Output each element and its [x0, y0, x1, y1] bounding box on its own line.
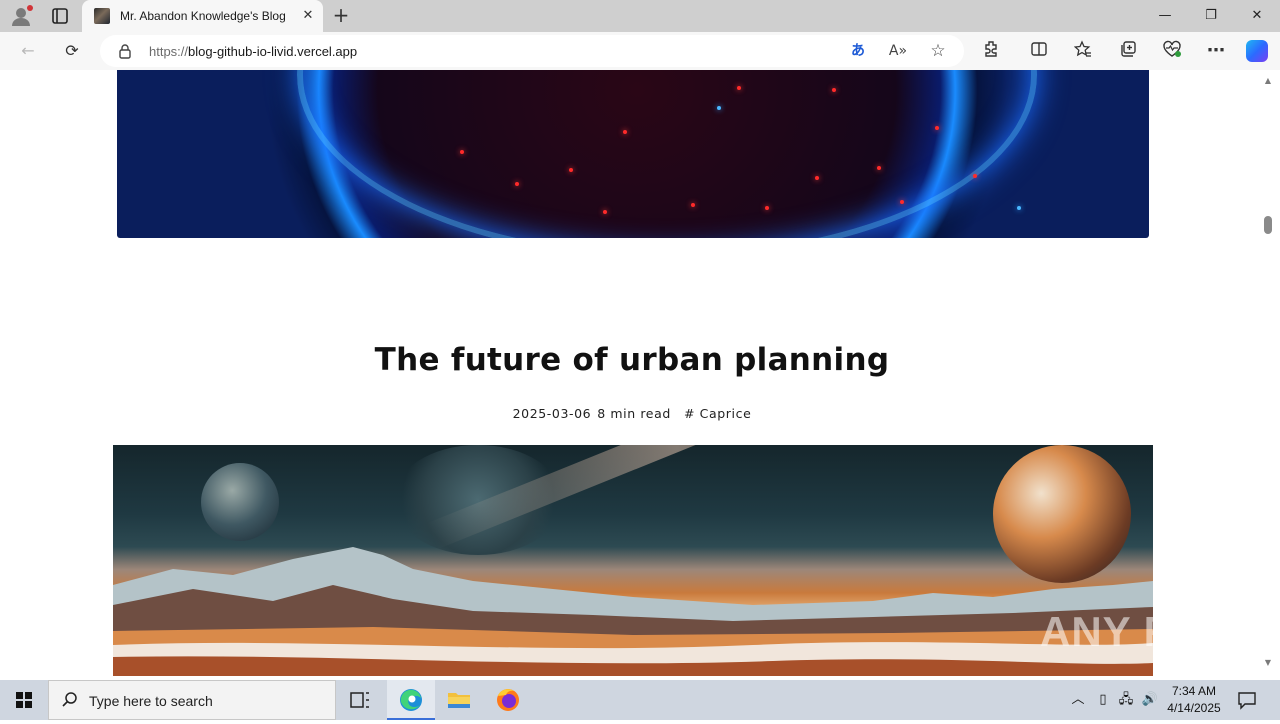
network-icon[interactable]: 🖧 [1116, 690, 1136, 710]
mountains-decoration [113, 547, 1153, 676]
taskbar: Type here to search ︿ ▯ 🖧 🔊 7:34 AM 4/14… [0, 680, 1280, 720]
scrollbar-thumb[interactable] [1264, 216, 1272, 234]
url-text[interactable]: https://blog-github-io-livid.vercel.app [149, 44, 357, 59]
puzzle-icon[interactable] [980, 40, 1002, 62]
notification-dot [27, 5, 33, 11]
page-scrollbar[interactable]: ▲ ▼ [1260, 70, 1276, 676]
post-tag[interactable]: # Caprice [684, 406, 751, 421]
previous-post-cover-image[interactable] [117, 70, 1149, 238]
scroll-up-icon[interactable]: ▲ [1262, 76, 1274, 86]
file-explorer-icon[interactable] [435, 680, 483, 720]
tab-actions-icon[interactable] [49, 6, 71, 26]
profile-avatar-icon[interactable] [10, 5, 33, 27]
site-favicon-icon [94, 8, 110, 24]
edge-taskbar-icon[interactable] [387, 680, 435, 720]
restore-button[interactable]: ❐ [1188, 0, 1234, 32]
tray-chevron-up-icon[interactable]: ︿ [1068, 690, 1088, 710]
minimize-button[interactable]: — [1142, 0, 1188, 32]
page-content: The future of urban planning 2025-03-06 8… [4, 70, 1260, 676]
post-date: 2025-03-06 [512, 406, 592, 421]
navigation-bar: ← ⟳ https://blog-github-io-livid.vercel.… [0, 32, 1280, 70]
clock-time: 7:34 AM [1171, 684, 1217, 698]
address-bar[interactable]: https://blog-github-io-livid.vercel.app … [100, 35, 964, 67]
new-tab-button[interactable]: + [330, 5, 352, 27]
url-scheme: https:// [149, 44, 189, 59]
system-clock[interactable]: 7:34 AM 4/14/2025 [1160, 683, 1228, 717]
read-time: 8 min read [597, 406, 671, 421]
star-icon[interactable]: ☆ [928, 41, 948, 61]
copilot-icon[interactable] [1246, 40, 1268, 62]
reload-button[interactable]: ⟳ [60, 39, 84, 63]
clock-date: 4/14/2025 [1167, 701, 1221, 715]
tab-close-icon[interactable]: ✕ [300, 8, 316, 24]
watermark-logo: ANY RUN [1040, 608, 1238, 655]
battery-icon[interactable]: ▯ [1093, 690, 1113, 710]
title-bar: Mr. Abandon Knowledge's Blog ✕ + — ❐ ✕ [0, 0, 1280, 32]
lock-icon[interactable] [118, 43, 132, 59]
close-window-button[interactable]: ✕ [1234, 0, 1280, 32]
planet-left-decoration [201, 463, 279, 541]
tab-active[interactable]: Mr. Abandon Knowledge's Blog ✕ [82, 0, 323, 32]
split-screen-icon[interactable] [1028, 40, 1050, 62]
notification-center-icon[interactable] [1236, 690, 1258, 710]
search-icon [61, 691, 79, 709]
favorites-icon[interactable] [1072, 40, 1094, 62]
tab-title: Mr. Abandon Knowledge's Blog [120, 9, 286, 23]
collections-icon[interactable] [1117, 40, 1139, 62]
read-aloud-icon[interactable]: A» [888, 41, 908, 61]
translate-icon[interactable]: あ [848, 41, 868, 61]
post-cover-image[interactable] [113, 445, 1153, 676]
heart-pulse-icon[interactable] [1161, 40, 1183, 62]
search-placeholder: Type here to search [89, 693, 213, 709]
task-view-icon[interactable] [336, 680, 384, 720]
volume-icon[interactable]: 🔊 [1140, 690, 1160, 710]
scroll-down-icon[interactable]: ▼ [1262, 658, 1274, 668]
windows-start-icon[interactable] [0, 680, 48, 720]
back-button[interactable]: ← [16, 39, 40, 63]
post-title[interactable]: The future of urban planning [4, 342, 1260, 378]
ellipsis-icon[interactable]: ⋯ [1205, 40, 1227, 62]
url-host: blog-github-io-livid.vercel.app [188, 44, 358, 59]
firefox-icon[interactable] [484, 680, 532, 720]
post-meta: 2025-03-06 8 min read # Caprice [4, 406, 1260, 421]
taskbar-search-box[interactable]: Type here to search [48, 680, 336, 720]
cover-ring-decoration [297, 70, 1037, 238]
